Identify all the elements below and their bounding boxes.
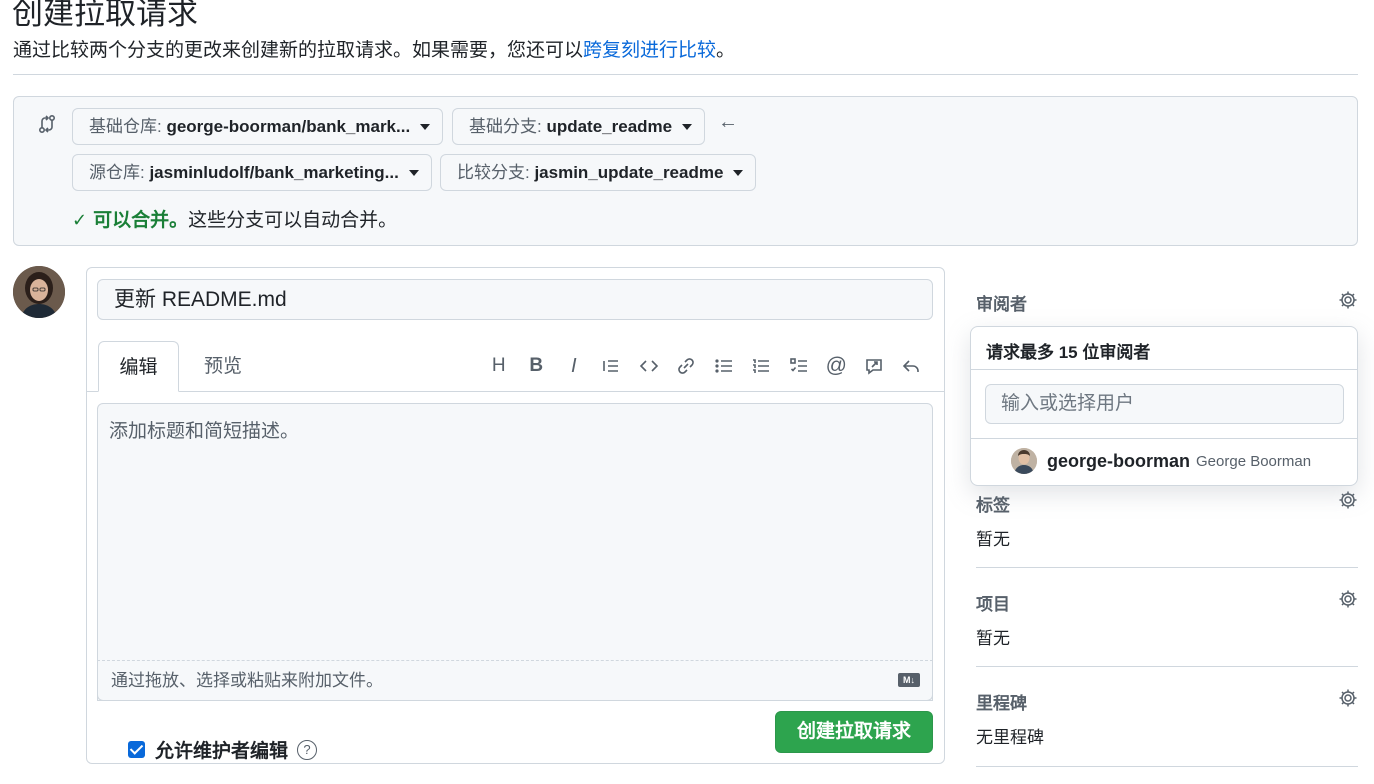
sidebar-divider [976,666,1358,667]
arrow-left-icon: ← [718,111,738,133]
base-repo-value: george-boorman/bank_mark... [166,117,411,136]
attach-hint: 通过拖放、选择或粘贴来附加文件。 [111,671,383,690]
base-repo-label: 基础仓库: [89,117,167,136]
projects-heading[interactable]: 项目 [976,590,1010,615]
reviewers-heading[interactable]: 审阅者 [976,290,1027,315]
create-pull-request-button[interactable]: 创建拉取请求 [775,711,933,753]
tab-write[interactable]: 编辑 [98,341,179,392]
sidebar-divider [976,766,1358,767]
subtitle-suffix: 。 [716,40,736,61]
maintainer-edit-checkbox[interactable] [128,741,145,758]
maintainer-edit-option[interactable]: 允许维护者编辑 ? [128,736,318,763]
pr-title-input[interactable]: 更新 README.md [97,279,933,320]
attach-files-bar[interactable]: 通过拖放、选择或粘贴来附加文件。 M↓ [97,660,933,701]
code-icon[interactable] [630,352,668,380]
chevron-down-icon [733,169,744,176]
head-repo-value: jasminludolf/bank_marketing... [149,163,399,182]
base-branch-label: 基础分支: [469,117,547,136]
milestone-heading[interactable]: 里程碑 [976,689,1027,714]
labels-value: 暂无 [976,530,1010,549]
link-icon[interactable] [668,352,706,380]
quote-icon[interactable] [593,352,631,380]
popover-divider [971,369,1357,370]
popover-title: 请求最多 15 位审阅者 [986,343,1151,362]
reply-icon[interactable] [893,352,931,380]
maintainer-edit-label: 允许维护者编辑 [155,741,289,762]
merge-desc-text: 这些分支可以自动合并。 [188,210,398,231]
reviewer-search-input[interactable]: 输入或选择用户 [985,384,1344,424]
avatar [1011,448,1037,474]
sidebar-divider [976,567,1358,568]
tabs-divider [87,391,944,392]
tab-preview[interactable]: 预览 [183,341,263,392]
heading-icon[interactable]: H [480,352,518,380]
merge-status: ✓ 可以合并。这些分支可以自动合并。 [72,205,397,232]
body-placeholder: 添加标题和简短描述。 [109,421,300,442]
projects-value: 暂无 [976,629,1010,648]
compare-panel: 基础仓库: george-boorman/bank_mark... 基础分支: … [13,96,1358,246]
reviewer-option[interactable]: george-boorman George Boorman [1011,448,1311,474]
page-title: 创建拉取请求 [12,0,198,31]
reviewer-popover: 请求最多 15 位审阅者 输入或选择用户 george-boorman Geor… [970,326,1358,486]
mention-icon[interactable]: @ [818,352,856,380]
reviewers-gear-icon[interactable] [1338,290,1358,310]
chevron-down-icon [420,123,431,130]
merge-ok-text: 可以合并。 [93,210,189,231]
markdown-toolbar: H B I @ [480,352,930,380]
chevron-down-icon [682,123,693,130]
base-branch-select[interactable]: 基础分支: update_readme [452,108,706,145]
base-repo-select[interactable]: 基础仓库: george-boorman/bank_mark... [72,108,444,145]
labels-gear-icon[interactable] [1338,490,1358,510]
labels-heading[interactable]: 标签 [976,491,1010,516]
compare-branch-value: jasmin_update_readme [534,163,724,182]
popover-divider [971,438,1357,439]
subtitle-text: 通过比较两个分支的更改来创建新的拉取请求。如果需要，您还可以 [13,40,584,61]
pr-body-textarea[interactable]: 添加标题和简短描述。 [97,403,933,701]
compare-branch-label: 比较分支: [457,163,535,182]
projects-gear-icon[interactable] [1338,589,1358,609]
pr-editor: 更新 README.md 编辑 预览 H B I @ 添加标题和简短描述。 通过… [86,267,945,764]
ordered-list-icon[interactable] [743,352,781,380]
head-repo-select[interactable]: 源仓库: jasminludolf/bank_marketing... [72,154,432,191]
question-icon[interactable]: ? [297,739,318,760]
base-branch-value: update_readme [546,117,673,136]
milestone-gear-icon[interactable] [1338,688,1358,708]
compare-across-forks-link[interactable]: 跨复刻进行比较 [583,40,716,61]
unordered-list-icon[interactable] [705,352,743,380]
italic-icon[interactable]: I [555,352,593,380]
head-repo-label: 源仓库: [89,163,150,182]
chevron-down-icon [408,169,419,176]
markdown-icon: M↓ [898,673,920,687]
task-list-icon[interactable] [780,352,818,380]
reviewer-fullname: George Boorman [1196,452,1312,470]
git-compare-icon [36,113,58,135]
check-icon: ✓ [72,210,88,230]
reviewer-login: george-boorman [1047,450,1191,471]
bold-icon[interactable]: B [518,352,556,380]
avatar [13,266,65,318]
milestone-value: 无里程碑 [976,728,1044,747]
compare-branch-select[interactable]: 比较分支: jasmin_update_readme [440,154,757,191]
page-subtitle: 通过比较两个分支的更改来创建新的拉取请求。如果需要，您还可以跨复刻进行比较。 [13,38,735,64]
reference-icon[interactable] [855,352,893,380]
header-divider [13,74,1358,75]
